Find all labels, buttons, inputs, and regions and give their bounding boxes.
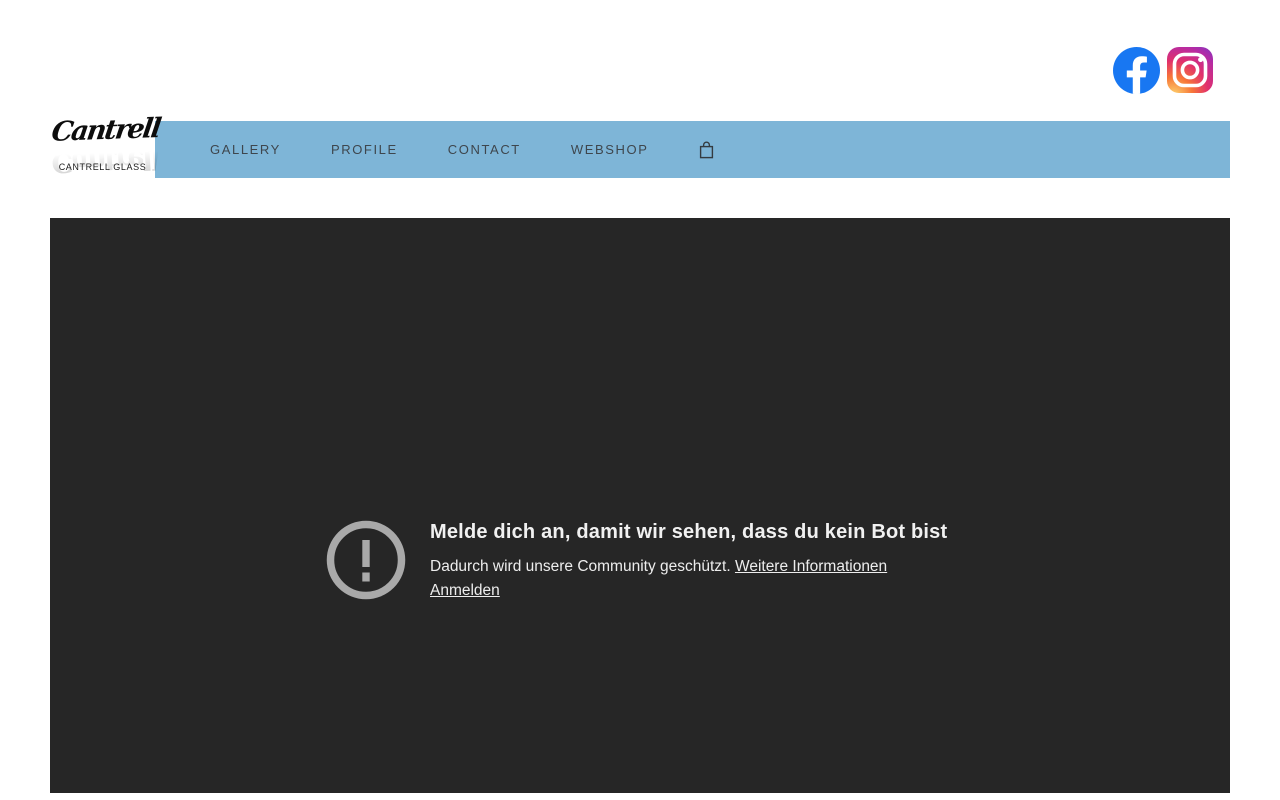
site-logo[interactable]: Cantrell Cantrell CANTRELL GLASS: [50, 113, 162, 179]
notice-body-text: Dadurch wird unsere Community geschützt.: [430, 558, 731, 575]
instagram-icon: [1167, 47, 1213, 93]
main-nav: GALLERY PROFILE CONTACT WEBSHOP: [155, 121, 1230, 178]
notice-text: Melde dich an, damit wir sehen, dass du …: [430, 520, 947, 603]
cart-button[interactable]: [699, 141, 714, 159]
logo-reflection: Cantrell: [49, 143, 162, 178]
social-links: [1113, 46, 1214, 94]
notice-body: Dadurch wird unsere Community geschützt.…: [430, 555, 947, 603]
embed-area: Melde dich an, damit wir sehen, dass du …: [50, 218, 1230, 793]
more-info-link[interactable]: Weitere Informationen: [735, 558, 887, 575]
nav-item-contact[interactable]: CONTACT: [448, 142, 521, 157]
logo-caption: CANTRELL GLASS: [58, 162, 147, 172]
facebook-icon: [1113, 46, 1160, 94]
shopping-bag-icon: [699, 141, 713, 158]
alert-circle-icon: [326, 520, 406, 600]
logo-script: Cantrell: [49, 113, 162, 148]
facebook-link[interactable]: [1113, 46, 1160, 94]
nav-item-webshop[interactable]: WEBSHOP: [571, 142, 649, 157]
bot-check-notice: Melde dich an, damit wir sehen, dass du …: [326, 520, 947, 603]
nav-item-gallery[interactable]: GALLERY: [210, 142, 281, 157]
sign-in-link[interactable]: Anmelden: [430, 579, 500, 603]
notice-title: Melde dich an, damit wir sehen, dass du …: [430, 521, 948, 543]
instagram-link[interactable]: [1166, 46, 1214, 94]
nav-item-profile[interactable]: PROFILE: [331, 142, 398, 157]
